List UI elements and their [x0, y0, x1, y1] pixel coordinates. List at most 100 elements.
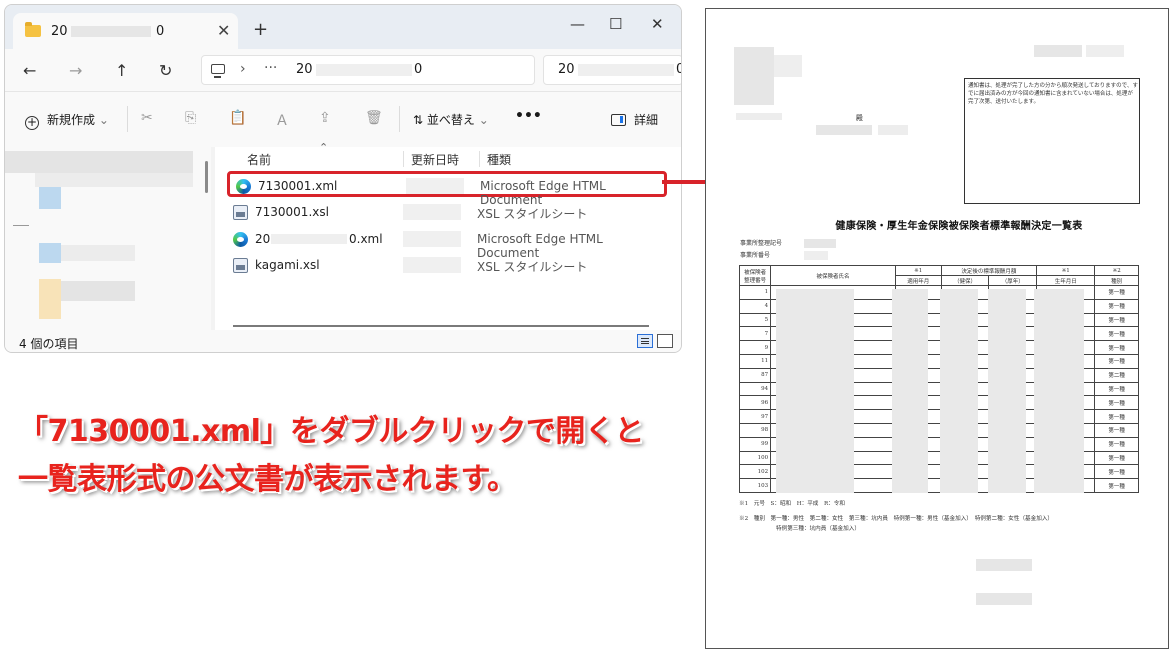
caption-line-2: 一覧表形式の公文書が表示されます。: [18, 462, 517, 497]
sidebar-item-redacted[interactable]: [61, 245, 135, 261]
file-row[interactable]: 7130001.xsl XSL スタイルシート: [227, 200, 667, 226]
folder-icon: [25, 22, 41, 37]
column-header-name[interactable]: 名前: [247, 151, 271, 168]
file-type: XSL スタイルシート: [477, 207, 588, 221]
office-code-label: 事業所整理記号: [740, 240, 783, 247]
redacted-birth: [1034, 289, 1084, 493]
tab-title-prefix: 20: [51, 24, 68, 39]
redacted-date: [403, 257, 461, 273]
insured-number: 103: [738, 478, 772, 493]
maximize-button[interactable]: ☐: [609, 15, 622, 33]
rename-icon[interactable]: Ａ: [275, 110, 289, 130]
back-arrow-icon[interactable]: ←: [23, 61, 36, 80]
header-note1: ※1: [894, 265, 942, 276]
large-icons-view-button[interactable]: [657, 334, 673, 348]
insured-kind: 第一種: [1094, 422, 1139, 438]
refresh-icon[interactable]: ↻: [159, 61, 172, 80]
new-button[interactable]: + 新規作成 ⌄: [25, 111, 109, 130]
insured-kind: 第一種: [1094, 464, 1139, 480]
column-divider: [479, 151, 480, 167]
footnote-era: ※1 元号 S：昭和 H：平成 R：令和: [739, 501, 845, 507]
document-title: 健康保険・厚生年金保険被保険者標準報酬決定一覧表: [835, 221, 1083, 232]
column-header-type[interactable]: 種類: [487, 151, 511, 168]
insured-kind: 第一種: [1094, 395, 1139, 411]
sidebar-item-redacted[interactable]: [39, 243, 61, 263]
notice-text: 通知書は、処理が完了した方の分から順次発送しておりますので、すでに届出済みの方が…: [968, 83, 1138, 105]
sort-button-label: 並べ替え: [426, 113, 475, 127]
delete-icon[interactable]: 🗑: [365, 110, 383, 126]
insured-kind: 第一種: [1094, 298, 1139, 314]
insured-kind: 第一種: [1094, 353, 1139, 369]
insured-number: 99: [738, 436, 772, 452]
insured-number: 11: [738, 353, 772, 369]
more-options-button[interactable]: •••: [515, 108, 542, 124]
header-kind: 種別: [1094, 275, 1139, 286]
chevron-down-icon: ⌄: [98, 113, 109, 127]
file-type: XSL スタイルシート: [477, 260, 588, 274]
header-applicable-month: 適用年月: [894, 275, 942, 286]
up-arrow-icon[interactable]: ↑: [115, 61, 128, 80]
address-path-suffix: 0: [414, 62, 423, 77]
insured-number: 94: [738, 381, 772, 397]
minimize-button[interactable]: —: [570, 15, 585, 33]
address-bar: ← → ↑ ↻ › ··· 20 0 20 0: [5, 49, 681, 91]
column-divider: [403, 151, 404, 167]
address-path-prefix: 20: [296, 62, 313, 77]
sidebar-item-redacted[interactable]: [5, 151, 193, 173]
insured-number: 4: [738, 298, 772, 314]
status-bar: 4 個の項目: [5, 330, 681, 352]
official-document-page: 殿 通知書は、処理が完了した方の分から順次発送しておりますので、すでに届出済みの…: [705, 8, 1169, 649]
insured-kind: 第一種: [1094, 436, 1139, 452]
header-note1: ※1: [1036, 265, 1096, 276]
column-header-modified[interactable]: 更新日時: [411, 151, 459, 168]
redacted-block: [1086, 45, 1124, 57]
cut-icon[interactable]: ✂: [141, 110, 153, 126]
redacted-text: [71, 26, 151, 37]
redacted-health: [940, 289, 978, 493]
address-input[interactable]: › ··· 20 0: [201, 55, 535, 85]
close-window-button[interactable]: ✕: [651, 15, 664, 33]
header-health: （健保）: [940, 275, 990, 286]
redacted-date: [406, 178, 464, 194]
file-row[interactable]: kagami.xsl XSL スタイルシート: [227, 253, 667, 279]
tab-close-icon[interactable]: ✕: [217, 21, 230, 40]
redacted-block: [976, 559, 1032, 571]
sidebar-scrollbar[interactable]: [205, 161, 208, 193]
copy-icon[interactable]: ⎘: [185, 110, 196, 126]
file-explorer-window: 20 0 ✕ + — ☐ ✕ ← → ↑ ↻ › ··· 20 0 20 0 +…: [4, 4, 682, 353]
details-button[interactable]: 詳細: [611, 111, 658, 128]
paste-icon[interactable]: 📋: [229, 110, 246, 126]
file-list: 名前 ⌃ 更新日時 種類 7130001.xml Microsoft Edge …: [215, 141, 681, 330]
insured-number: 1: [738, 285, 772, 300]
new-tab-button[interactable]: +: [253, 19, 268, 40]
folder-tab[interactable]: 20 0 ✕: [13, 13, 238, 49]
sidebar-item-redacted[interactable]: [39, 187, 61, 209]
breadcrumb-separator: ›: [240, 61, 246, 77]
insured-number: 98: [738, 422, 772, 438]
file-row[interactable]: 20 0.xml Microsoft Edge HTML Document: [227, 227, 667, 260]
command-bar: + 新規作成 ⌄ ✂ ⎘ 📋 Ａ ⇪ 🗑 ⇅ 並べ替え ⌄ ••• 詳細: [5, 91, 681, 147]
instruction-caption: 「7130001.xml」をダブルクリックで開くと 一覧表形式の公文書が表示され…: [18, 408, 708, 504]
office-number-label: 事業所番号: [740, 252, 771, 259]
redacted-pension: [988, 289, 1026, 493]
header-note2: ※2: [1094, 265, 1139, 276]
file-row-selected[interactable]: 7130001.xml Microsoft Edge HTML Document: [227, 171, 667, 207]
file-name: 7130001.xsl: [255, 205, 329, 219]
redacted-block: [976, 593, 1032, 605]
redacted-date: [403, 231, 461, 247]
xsl-file-icon: [233, 205, 248, 220]
search-input[interactable]: 20 0: [543, 55, 681, 85]
sidebar-item-redacted[interactable]: [35, 173, 193, 187]
breadcrumb-more[interactable]: ···: [264, 60, 277, 76]
horizontal-scrollbar[interactable]: [233, 325, 649, 327]
sidebar-item-redacted[interactable]: [61, 281, 135, 301]
sidebar-item-redacted[interactable]: [39, 279, 61, 319]
header-birth-date: 生年月日: [1036, 275, 1096, 286]
redacted-block: [804, 251, 828, 260]
redacted-block: [734, 47, 774, 105]
share-icon[interactable]: ⇪: [319, 110, 331, 126]
forward-arrow-icon[interactable]: →: [69, 61, 82, 80]
details-view-button[interactable]: [637, 334, 653, 348]
sort-button[interactable]: ⇅ 並べ替え ⌄: [413, 111, 489, 128]
redacted-block: [736, 113, 782, 120]
